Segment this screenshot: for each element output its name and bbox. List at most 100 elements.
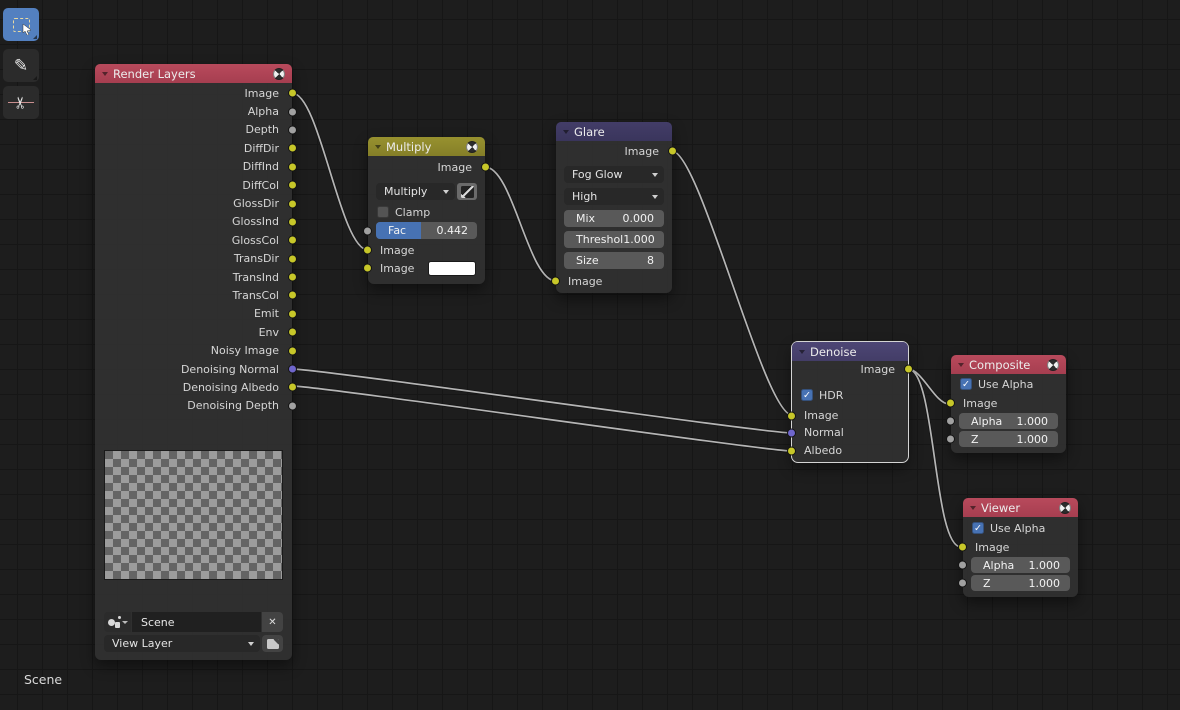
view-layer-dropdown[interactable]: View Layer xyxy=(104,635,260,652)
links-cut-tool-button[interactable]: ✂ xyxy=(3,86,39,119)
quality-row: High xyxy=(564,188,664,205)
output-socket-denoising-albedo[interactable] xyxy=(288,382,297,392)
output-socket-alpha[interactable] xyxy=(288,107,297,117)
color-swatch-white[interactable] xyxy=(428,260,476,276)
output-row: TransDir xyxy=(95,250,297,268)
use-alpha-checkbox[interactable] xyxy=(972,522,984,534)
output-row: Alpha xyxy=(95,102,297,120)
use-alpha-toggle-button[interactable] xyxy=(457,183,477,200)
output-socket-transcol[interactable] xyxy=(288,290,297,300)
composite-header[interactable]: Composite xyxy=(951,355,1066,374)
input-socket-z[interactable] xyxy=(946,434,955,444)
z-field[interactable]: Z 1.000 xyxy=(959,431,1058,447)
collapse-arrow-icon[interactable] xyxy=(970,505,976,510)
output-socket-glosscol[interactable] xyxy=(288,235,297,245)
socket-label: Image xyxy=(860,362,895,376)
collapse-arrow-icon[interactable] xyxy=(102,71,108,76)
socket-label: TransDir xyxy=(233,252,279,266)
input-socket-normal[interactable] xyxy=(787,428,796,437)
use-alpha-label: Use Alpha xyxy=(990,521,1046,535)
output-socket-transdir[interactable] xyxy=(288,254,297,264)
z-row: Z 1.000 xyxy=(946,431,1058,447)
output-socket-emit[interactable] xyxy=(288,309,297,319)
input-socket-alpha[interactable] xyxy=(946,416,955,426)
input-socket-albedo[interactable] xyxy=(787,446,796,455)
blend-mode-row: Multiply xyxy=(376,183,477,200)
fac-slider[interactable]: Fac 0.442 xyxy=(376,222,477,239)
output-socket-transind[interactable] xyxy=(288,272,297,282)
collapse-arrow-icon[interactable] xyxy=(375,144,381,149)
output-socket-glossind[interactable] xyxy=(288,217,297,227)
scene-datablock-button[interactable] xyxy=(104,612,131,632)
input-socket-image[interactable] xyxy=(958,542,967,552)
input-socket-alpha[interactable] xyxy=(958,560,967,570)
mix-field[interactable]: Mix 0.000 xyxy=(564,210,664,227)
output-row: Image xyxy=(95,84,297,102)
output-socket-diffind[interactable] xyxy=(288,162,297,172)
node-glare[interactable]: Glare Image Fog Glow High Mix 0.000 Thre… xyxy=(551,122,677,293)
tweak-select-icon xyxy=(12,17,32,35)
alpha-field[interactable]: Alpha 1.000 xyxy=(971,557,1070,573)
node-editor-canvas[interactable]: ✎ ✂ Render Layers Image Alpha Depth Diff… xyxy=(0,0,1180,710)
node-viewer[interactable]: Viewer Use Alpha Image Alpha 1.000 Z 1.0… xyxy=(958,498,1078,597)
input-socket-image2[interactable] xyxy=(363,263,372,273)
z-field[interactable]: Z 1.000 xyxy=(971,575,1070,591)
node-title: Render Layers xyxy=(113,66,196,81)
threshold-field[interactable]: Threshol 1.000 xyxy=(564,231,664,248)
node-render-layers[interactable]: Render Layers Image Alpha Depth DiffDir … xyxy=(95,64,297,660)
output-socket-denoising-depth[interactable] xyxy=(288,401,297,411)
glare-header[interactable]: Glare xyxy=(556,122,672,141)
output-row: Denoising Normal xyxy=(95,360,297,378)
output-socket-image[interactable] xyxy=(288,88,297,98)
socket-label: DiffInd xyxy=(242,160,279,174)
glare-type-dropdown[interactable]: Fog Glow xyxy=(564,166,664,183)
tweak-select-tool-button[interactable] xyxy=(3,8,39,41)
output-socket-glossdir[interactable] xyxy=(288,199,297,209)
input-socket-image[interactable] xyxy=(787,411,796,420)
node-multiply[interactable]: Multiply Image Multiply Clamp Fac 0.442 xyxy=(363,137,490,284)
annotate-tool-button[interactable]: ✎ xyxy=(3,49,39,82)
use-alpha-checkbox[interactable] xyxy=(960,378,972,390)
node-denoise[interactable]: Denoise Image HDR Image Normal Albedo xyxy=(787,341,913,463)
output-socket-diffdir[interactable] xyxy=(288,143,297,153)
output-socket-denoising-normal[interactable] xyxy=(288,364,297,374)
output-socket-noisy-image[interactable] xyxy=(288,346,297,356)
input-socket-z[interactable] xyxy=(958,578,967,588)
multiply-header[interactable]: Multiply xyxy=(368,137,485,156)
scene-name-field[interactable]: Scene xyxy=(132,612,261,632)
unlink-scene-button[interactable]: ✕ xyxy=(262,612,283,632)
clamp-checkbox[interactable] xyxy=(377,206,389,218)
collapse-arrow-icon[interactable] xyxy=(799,349,805,354)
render-layers-header[interactable]: Render Layers xyxy=(95,64,292,83)
socket-label: Denoising Normal xyxy=(180,362,279,376)
collapse-arrow-icon[interactable] xyxy=(563,129,569,134)
socket-label: Image xyxy=(380,261,415,275)
input-socket-fac[interactable] xyxy=(363,226,372,235)
render-single-layer-button[interactable] xyxy=(262,635,283,652)
input-socket-image[interactable] xyxy=(946,398,955,408)
output-socket-diffcol[interactable] xyxy=(288,180,297,190)
input-row: Image xyxy=(946,394,1066,412)
output-row: Image xyxy=(556,142,677,160)
node-title: Composite xyxy=(969,357,1031,372)
collapse-arrow-icon[interactable] xyxy=(958,362,964,367)
socket-label: Normal xyxy=(804,426,844,439)
node-composite[interactable]: Composite Use Alpha Image Alpha 1.000 Z … xyxy=(946,355,1066,453)
quality-dropdown[interactable]: High xyxy=(564,188,664,205)
size-field[interactable]: Size 8 xyxy=(564,252,664,269)
image2-row: Image xyxy=(363,259,485,277)
output-socket-depth[interactable] xyxy=(288,125,297,135)
input-socket-image[interactable] xyxy=(551,276,560,286)
socket-label: TransCol xyxy=(232,288,279,302)
use-alpha-row: Use Alpha xyxy=(960,377,1058,391)
hdr-checkbox[interactable] xyxy=(801,389,813,401)
blend-mode-dropdown[interactable]: Multiply xyxy=(376,183,455,200)
output-socket-image[interactable] xyxy=(904,364,913,374)
denoise-header[interactable]: Denoise xyxy=(792,342,908,361)
output-socket-env[interactable] xyxy=(288,327,297,337)
output-socket-image[interactable] xyxy=(668,146,677,156)
viewer-header[interactable]: Viewer xyxy=(963,498,1078,517)
input-socket-image1[interactable] xyxy=(363,245,372,255)
alpha-field[interactable]: Alpha 1.000 xyxy=(959,413,1058,429)
output-socket-image[interactable] xyxy=(481,162,490,172)
